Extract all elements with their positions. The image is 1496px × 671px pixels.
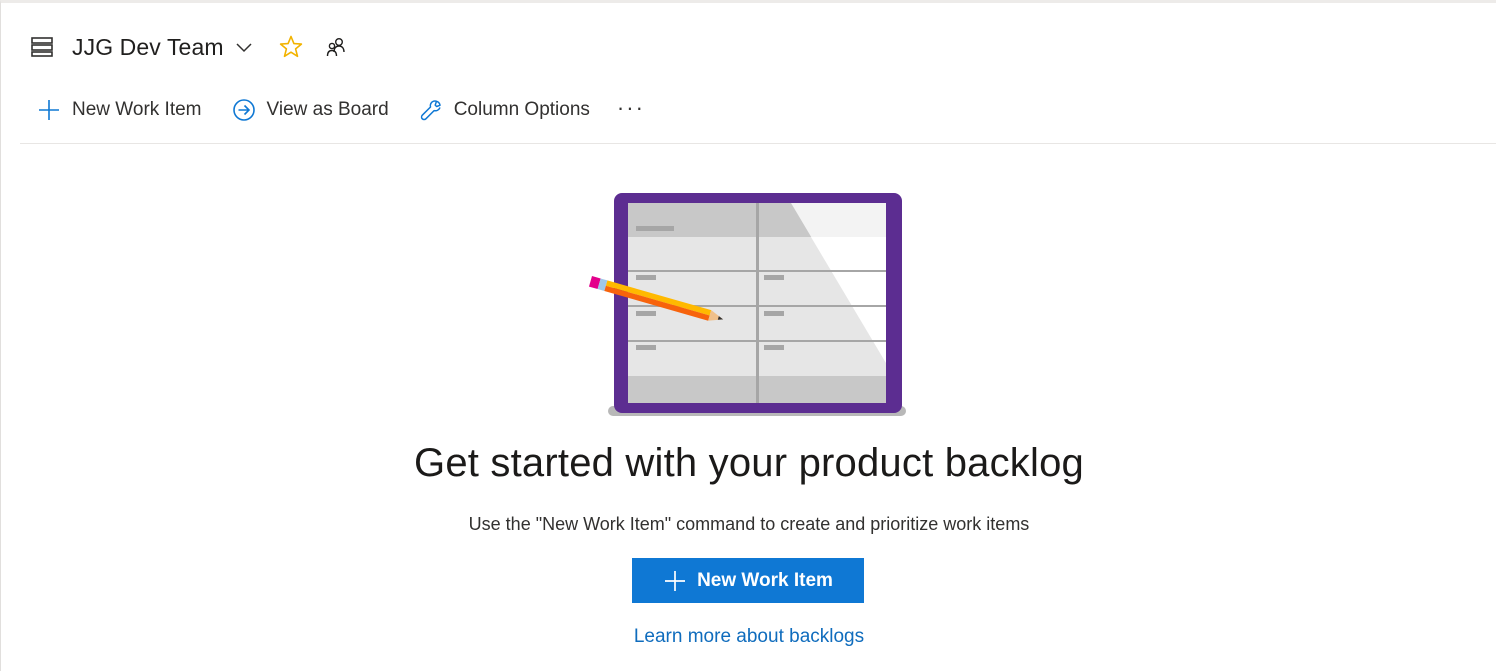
- plus-icon: [39, 100, 59, 120]
- page-header: JJG Dev Team: [29, 29, 348, 65]
- wrench-icon: [420, 100, 441, 121]
- column-options-button[interactable]: Column Options: [414, 91, 595, 129]
- team-members-icon[interactable]: [324, 35, 348, 59]
- new-work-item-button[interactable]: New Work Item: [32, 91, 207, 129]
- chevron-down-icon[interactable]: [235, 38, 253, 56]
- page-frame: JJG Dev Team New Work Item View as Board…: [0, 0, 1496, 671]
- new-work-item-label: New Work Item: [72, 99, 202, 120]
- backlog-icon: [31, 37, 53, 57]
- new-work-item-primary-button[interactable]: New Work Item: [632, 558, 864, 603]
- circle-arrow-right-icon: [232, 99, 255, 121]
- command-bar: New Work Item View as Board Column Optio…: [32, 91, 649, 129]
- empty-state-description: Use the "New Work Item" command to creat…: [468, 514, 1030, 534]
- view-as-board-button[interactable]: View as Board: [227, 91, 394, 129]
- team-title[interactable]: JJG Dev Team: [72, 34, 224, 61]
- learn-more-link: Learn more about backlogs: [1, 626, 1496, 648]
- column-options-label: Column Options: [453, 99, 590, 120]
- star-icon[interactable]: [278, 34, 304, 60]
- learn-more-link-text[interactable]: Learn more about backlogs: [634, 626, 864, 647]
- primary-button-label: New Work Item: [697, 569, 833, 591]
- empty-state-title: Get started with your product backlog: [414, 441, 1084, 485]
- backlog-board-illustration: [588, 193, 906, 416]
- plus-icon: [665, 570, 686, 591]
- more-actions-button[interactable]: ···: [613, 97, 649, 122]
- toolbar-divider: [20, 143, 1496, 144]
- view-as-board-label: View as Board: [266, 99, 389, 120]
